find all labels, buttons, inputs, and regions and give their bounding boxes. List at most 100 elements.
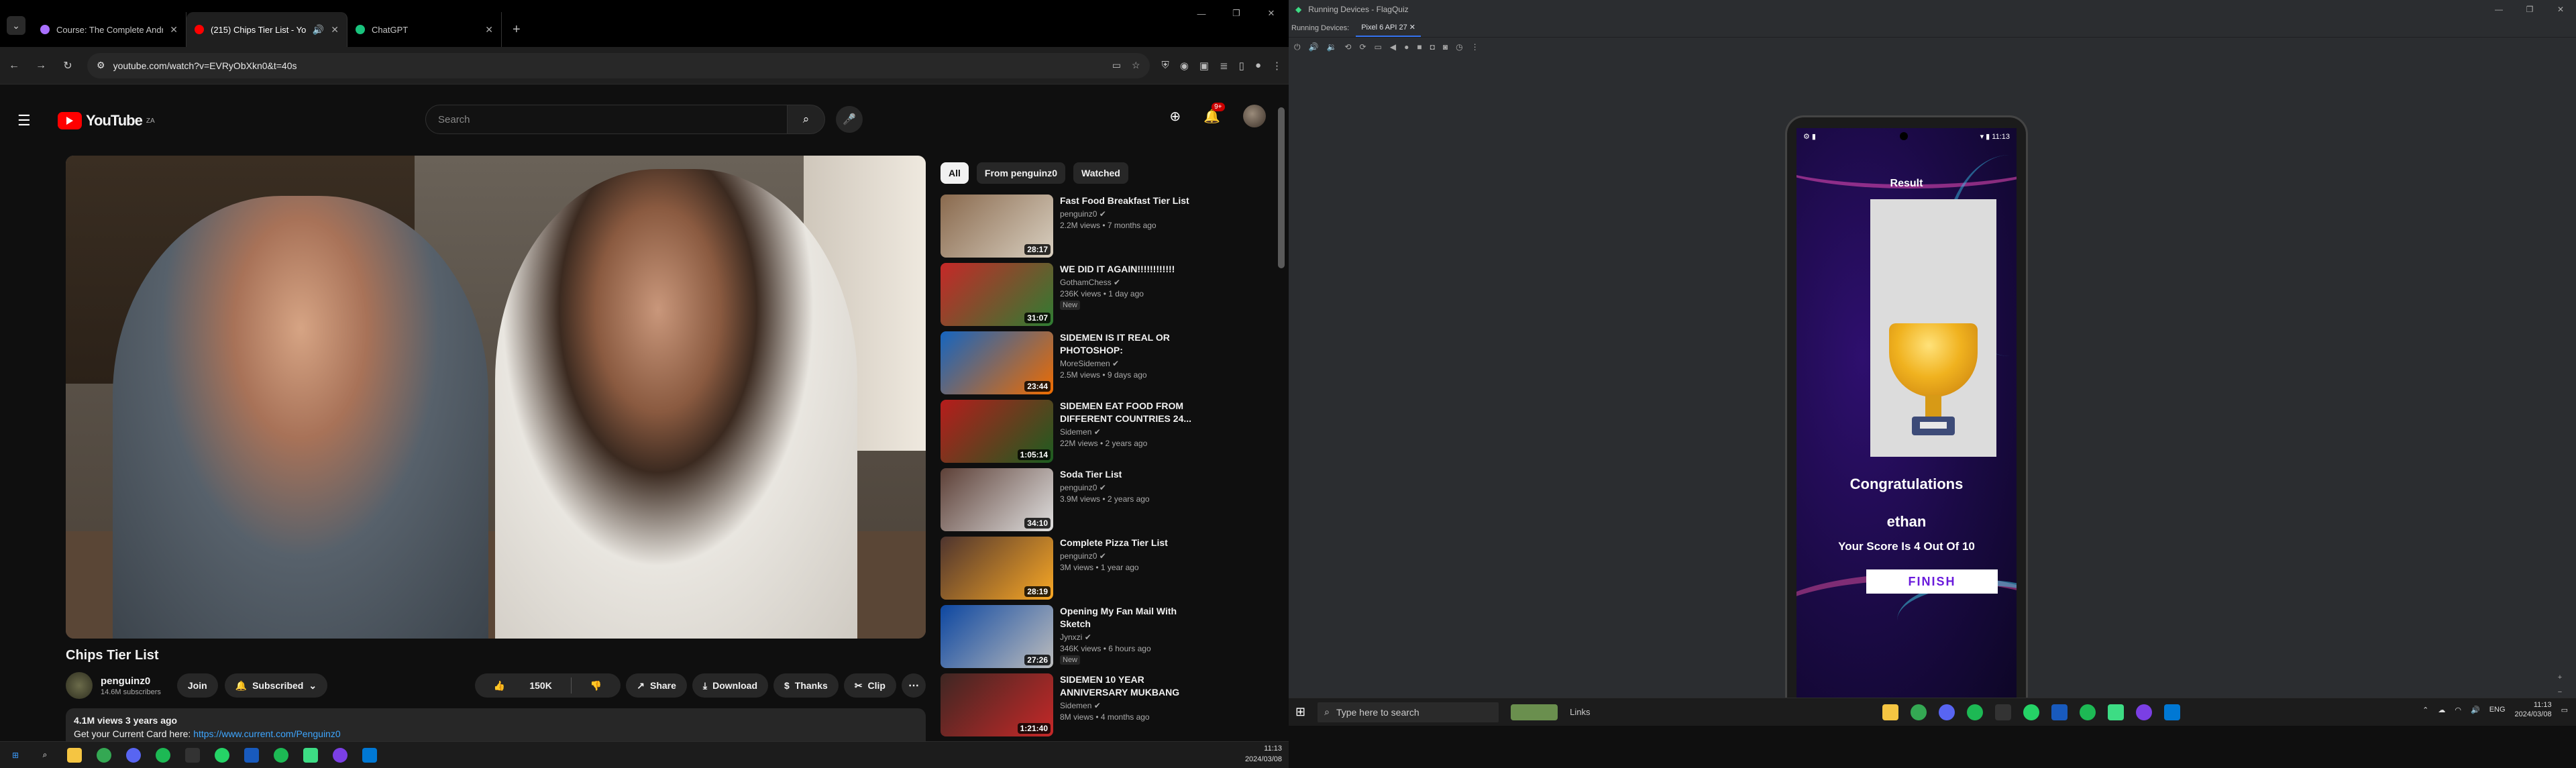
recommendation-channel[interactable]: Sidemen ✔ bbox=[1060, 427, 1194, 437]
chrome-icon[interactable] bbox=[97, 747, 111, 763]
browser-tab[interactable]: Course: The Complete Android... ✕ bbox=[32, 12, 186, 47]
search-icon[interactable]: ⌕ bbox=[38, 748, 52, 763]
clock[interactable]: 11:13 2024/03/08 bbox=[2515, 700, 2552, 719]
site-info-icon[interactable]: ⚙ bbox=[97, 60, 105, 71]
close-window-icon[interactable]: ✕ bbox=[2545, 0, 2576, 19]
channel-name[interactable]: penguinz0 bbox=[1060, 551, 1097, 561]
search-icon[interactable]: ⌕ bbox=[788, 105, 825, 134]
chevron-up-icon[interactable]: ⌃ bbox=[2422, 706, 2428, 714]
channel-name[interactable]: Jynxzi bbox=[1060, 633, 1082, 642]
bookmark-star-icon[interactable]: ☆ bbox=[1132, 60, 1140, 71]
word-icon[interactable] bbox=[244, 747, 259, 763]
home-icon[interactable]: ● bbox=[1404, 42, 1409, 52]
video-thumbnail[interactable]: 23:44 bbox=[941, 331, 1053, 394]
channel-name[interactable]: MoreSidemen bbox=[1060, 359, 1110, 368]
file-explorer-icon[interactable] bbox=[67, 747, 82, 763]
channel-name[interactable]: penguinz0 bbox=[1060, 483, 1097, 492]
clip-button[interactable]: ✂ Clip bbox=[843, 673, 896, 698]
notification-icon[interactable]: ▭ bbox=[2561, 706, 2568, 714]
bell-icon[interactable]: 🔔 9+ bbox=[1203, 102, 1225, 125]
recommendation-title[interactable]: Fast Food Breakfast Tier List bbox=[1060, 195, 1194, 207]
more-actions-icon[interactable]: ⋯ bbox=[902, 673, 926, 698]
volume-down-icon[interactable]: 🔉 bbox=[1326, 42, 1336, 52]
close-icon[interactable]: ✕ bbox=[485, 24, 493, 36]
browser-tab-active[interactable]: (215) Chips Tier List - YouTu... 🔊 ✕ bbox=[186, 12, 347, 47]
shield-icon[interactable]: ⛨ bbox=[1162, 60, 1169, 72]
channel-name[interactable]: penguinz0 bbox=[1060, 209, 1097, 219]
more-icon[interactable]: ⋮ bbox=[1471, 42, 1479, 52]
recommendation-item[interactable]: 28:19 Complete Pizza Tier List penguinz0 ✔… bbox=[941, 537, 1263, 601]
video-thumbnail[interactable]: 1:21:40 bbox=[941, 673, 1053, 736]
puzzle-icon[interactable]: ▣ bbox=[1199, 60, 1209, 72]
subscribed-button[interactable]: 🔔 Subscribed ⌄ bbox=[224, 673, 328, 698]
record-icon[interactable]: ◙ bbox=[1443, 42, 1448, 52]
app-icon[interactable] bbox=[333, 747, 347, 763]
recommendation-title[interactable]: SIDEMEN IS IT REAL OR PHOTOSHOP: OUTRAGE… bbox=[1060, 331, 1194, 357]
speaker-icon[interactable]: 🔊 bbox=[313, 24, 324, 36]
close-icon[interactable]: ✕ bbox=[331, 24, 339, 36]
address-bar[interactable]: ⚙ youtube.com/watch?v=EVRyObXkn0&t=40s ▭… bbox=[87, 52, 1150, 78]
recommendation-item[interactable]: 1:05:14 SIDEMEN EAT FOOD FROM DIFFERENT C… bbox=[941, 400, 1263, 464]
recommendation-item[interactable]: 1:21:40 SIDEMEN 10 YEAR ANNIVERSARY MUKBA… bbox=[941, 673, 1263, 738]
notion-icon[interactable] bbox=[1995, 704, 2012, 720]
device-tab[interactable]: Pixel 6 API 27 ✕ bbox=[1356, 19, 1421, 37]
spotify-icon[interactable] bbox=[274, 747, 288, 763]
recommendation-channel[interactable]: MoreSidemen ✔ bbox=[1060, 359, 1194, 368]
channel-name[interactable]: Sidemen bbox=[1060, 427, 1091, 437]
restore-icon[interactable]: ❐ bbox=[1219, 0, 1254, 27]
recommendation-channel[interactable]: GothamChess ✔ bbox=[1060, 278, 1194, 287]
spotify-icon[interactable] bbox=[2080, 704, 2096, 720]
file-explorer-icon[interactable] bbox=[1882, 704, 1899, 720]
windows-start-icon[interactable]: ⊞ bbox=[8, 748, 23, 763]
android-studio-icon[interactable] bbox=[303, 747, 318, 763]
language-indicator[interactable]: ENG bbox=[2489, 706, 2506, 714]
android-studio-icon[interactable] bbox=[2108, 704, 2125, 720]
thanks-button[interactable]: $ Thanks bbox=[773, 673, 839, 698]
vscode-icon[interactable] bbox=[2164, 704, 2181, 720]
tab-search-button[interactable]: ⌄ bbox=[7, 16, 25, 35]
close-icon[interactable]: ✕ bbox=[1409, 23, 1415, 32]
forward-icon[interactable]: → bbox=[34, 60, 48, 72]
youtube-logo[interactable]: YouTube ZA bbox=[58, 112, 155, 129]
word-icon[interactable] bbox=[2051, 704, 2068, 720]
minimize-icon[interactable]: — bbox=[2483, 0, 2514, 19]
mic-icon[interactable]: 🎤 bbox=[836, 106, 863, 133]
create-icon[interactable]: ⊕ bbox=[1169, 108, 1181, 125]
rotate-left-icon[interactable]: ⟲ bbox=[1344, 42, 1351, 52]
reload-icon[interactable]: ↻ bbox=[60, 59, 75, 72]
links-label[interactable]: Links bbox=[1570, 707, 1590, 717]
recommendation-item[interactable]: 27:26 Opening My Fan Mail With Sketch Jynx… bbox=[941, 605, 1263, 669]
video-thumbnail[interactable]: 28:19 bbox=[941, 537, 1053, 600]
install-icon[interactable]: ▭ bbox=[1112, 60, 1121, 71]
wifi-icon[interactable]: ◠ bbox=[2455, 706, 2461, 714]
download-button[interactable]: ⤓ Download bbox=[692, 673, 768, 698]
scrollbar[interactable] bbox=[1278, 107, 1285, 268]
recommendation-title[interactable]: SIDEMEN EAT FOOD FROM DIFFERENT COUNTRIE… bbox=[1060, 400, 1194, 425]
recommendation-title[interactable]: Opening My Fan Mail With Sketch bbox=[1060, 605, 1194, 630]
recommendation-channel[interactable]: Jynxzi ✔ bbox=[1060, 633, 1194, 642]
power-icon[interactable]: ⏻ bbox=[1294, 42, 1301, 52]
avatar[interactable] bbox=[1243, 105, 1266, 127]
channel-name[interactable]: penguinz0 bbox=[101, 675, 161, 687]
vscode-icon[interactable] bbox=[362, 747, 377, 763]
chrome-icon[interactable] bbox=[1911, 704, 1927, 720]
share-button[interactable]: ↗ Share bbox=[626, 673, 687, 698]
video-player[interactable] bbox=[66, 156, 926, 639]
channel-name[interactable]: GothamChess bbox=[1060, 278, 1112, 287]
rotate-right-icon[interactable]: ⟳ bbox=[1359, 42, 1366, 52]
recommendation-item[interactable]: 23:44 SIDEMEN IS IT REAL OR PHOTOSHOP: OU… bbox=[941, 331, 1263, 396]
discord-icon[interactable] bbox=[1939, 704, 1955, 720]
menu-dots-icon[interactable]: ⋮ bbox=[1272, 60, 1282, 72]
profile-icon[interactable]: ● bbox=[1255, 60, 1261, 72]
close-icon[interactable]: ✕ bbox=[170, 24, 178, 36]
volume-icon[interactable]: 🔊 bbox=[2471, 706, 2480, 714]
video-thumbnail[interactable]: 1:05:14 bbox=[941, 400, 1053, 463]
hamburger-icon[interactable]: ☰ bbox=[17, 112, 44, 129]
notion-icon[interactable] bbox=[185, 747, 200, 763]
desc-link[interactable]: https://www.current.com/Penguinz0 bbox=[193, 728, 340, 739]
chip-all[interactable]: All bbox=[941, 162, 969, 184]
zoom-in-icon[interactable]: + bbox=[2558, 673, 2568, 681]
chip-watched[interactable]: Watched bbox=[1073, 162, 1128, 184]
volume-up-icon[interactable]: 🔊 bbox=[1309, 42, 1319, 52]
dislike-button[interactable]: 👎 bbox=[572, 680, 621, 692]
